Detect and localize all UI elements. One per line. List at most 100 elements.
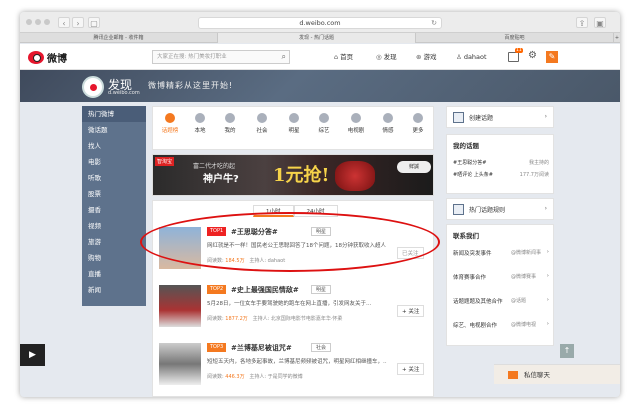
topic-category: 明星 <box>311 285 332 294</box>
contact-title: 联系我们 <box>453 232 479 240</box>
private-chat-bar[interactable]: 私信聊天 <box>494 364 620 384</box>
nav-profile[interactable]: ♙ dahaot <box>456 52 487 63</box>
category-variety[interactable]: 综艺 <box>311 113 337 134</box>
category-label: 明星 <box>288 128 300 134</box>
contact-handle[interactable]: @微博电视 <box>511 321 536 328</box>
nav-games[interactable]: ⊛ 游戏 <box>416 52 436 63</box>
nav-discover-label: 发现 <box>383 53 397 61</box>
topic-host[interactable]: 主持人: 于是同学的微博 <box>249 374 302 380</box>
category-label: 情感 <box>382 128 394 134</box>
home-icon: ⌂ <box>334 53 339 61</box>
sidebar-item-stock[interactable]: 股票 <box>82 186 146 202</box>
share-icon[interactable]: ⇪ <box>576 17 588 28</box>
video-play-icon[interactable]: ▶ <box>20 344 45 366</box>
topic-thumbnail[interactable] <box>159 285 201 327</box>
highlight-ellipse <box>140 212 440 272</box>
nav-home[interactable]: ⌂ 首页 <box>334 52 353 63</box>
forward-button[interactable]: › <box>72 17 84 28</box>
topic-row[interactable]: TOP2 #史上最强国民情敌# 明星 5月28日，一位女车手要驾驶她的跑车在网上… <box>159 283 431 331</box>
category-label: 电视剧 <box>347 128 365 134</box>
ad-line2: 神户牛? <box>203 174 239 185</box>
nav-discover[interactable]: ◎ 发现 <box>376 52 397 63</box>
tab-mail[interactable]: 腾讯企业邮箱 - 收件箱 <box>20 33 218 43</box>
category-emotion[interactable]: 情感 <box>375 113 401 134</box>
my-topic-item[interactable]: #晒评论 上头条# 177.7万阅读 <box>453 171 549 178</box>
reload-icon[interactable]: ↻ <box>431 18 437 29</box>
category-more[interactable]: 更多 <box>405 113 431 134</box>
address-bar[interactable]: d.weibo.com ↻ <box>198 17 442 29</box>
sidebar-item-music[interactable]: 听歌 <box>82 170 146 186</box>
new-tab-button[interactable]: + <box>614 33 620 43</box>
contact-item[interactable]: 新闻及突发事件 @微博新闻事 › <box>453 249 549 257</box>
contact-item[interactable]: 体育赛事合作 @微博赛事 › <box>453 273 549 281</box>
category-mine[interactable]: 我的 <box>217 113 243 134</box>
topic-host[interactable]: 主持人: 北京国际电影节电影嘉年华·怀柔 <box>253 316 343 322</box>
category-local[interactable]: 本地 <box>187 113 213 134</box>
my-topic-role: 我主持的 <box>528 160 549 166</box>
ad-banner[interactable]: 智淘宝 富二代才吃的起 神户牛? 1元抢! 鲜誠 <box>152 154 434 196</box>
reads-count: 1877.2万 <box>225 316 248 322</box>
sidebar-item-shopping[interactable]: 购物 <box>82 250 146 266</box>
topic-title[interactable]: #史上最强国民情敌# <box>231 285 299 295</box>
contact-item[interactable]: 话题题题及其他合作 @话题 › <box>453 297 549 305</box>
compose-button[interactable]: ✎ <box>546 51 558 63</box>
browser-window: ‹ › ▢ d.weibo.com ↻ ⇪ ▣ 腾讯企业邮箱 - 收件箱 发现 -… <box>20 12 620 397</box>
topic-rules-card[interactable]: 热门话题规则 › <box>446 198 554 220</box>
follow-button[interactable]: + 关注 <box>397 363 425 375</box>
topic-title[interactable]: #兰博基尼被诅咒# <box>231 343 292 353</box>
my-topics-title: 我的话题 <box>453 142 479 150</box>
rank-badge: TOP2 <box>207 285 227 294</box>
category-drama[interactable]: 电视剧 <box>343 113 369 134</box>
my-topic-item[interactable]: #王思聪分答# 我主持的 <box>453 159 549 166</box>
tv-icon <box>319 113 329 123</box>
trophy-icon <box>165 113 175 123</box>
contact-item[interactable]: 综艺、电视剧合作 @微博电视 › <box>453 321 549 329</box>
back-to-top-button[interactable]: ↑ <box>560 344 574 358</box>
create-topic-icon <box>453 112 464 123</box>
sidebar-item-travel[interactable]: 旅游 <box>82 234 146 250</box>
category-label: 话题榜 <box>161 128 179 134</box>
reads-label: 阅读数: <box>207 374 224 380</box>
reads-label: 阅读数: <box>207 316 224 322</box>
topic-thumbnail[interactable] <box>159 343 201 385</box>
contact-handle[interactable]: @话题 <box>511 297 526 304</box>
window-controls[interactable] <box>26 19 53 27</box>
contact-handle[interactable]: @微博新闻事 <box>511 249 541 256</box>
rules-icon <box>453 204 464 215</box>
sidebar-item-photo[interactable]: 摄香 <box>82 202 146 218</box>
search-icon[interactable]: ⌕ <box>282 51 286 63</box>
tabs-overview-icon[interactable]: ▣ <box>594 17 606 28</box>
my-topic-name: #晒评论 上头条# <box>453 172 493 178</box>
tab-weibo[interactable]: 发现 - 热门话题 <box>218 33 416 43</box>
sidebar-toggle-icon[interactable]: ▢ <box>88 17 100 28</box>
sidebar-item-people[interactable]: 找人 <box>82 138 146 154</box>
create-topic-card[interactable]: 创建话题 › <box>446 106 554 128</box>
sidebar-item-hot[interactable]: 热门微博 <box>82 106 146 122</box>
sidebar-item-news[interactable]: 新闻 <box>82 282 146 298</box>
create-topic-label: 创建话题 <box>469 115 494 122</box>
topic-row[interactable]: TOP3 #兰博基尼被诅咒# 社会 短短五天内，各地多起事故，兰博基尼频频被诅咒… <box>159 341 431 389</box>
topic-stats: 阅读数: 1877.2万 主持人: 北京国际电影节电影嘉年华·怀柔 <box>207 315 342 322</box>
search-input[interactable]: 大家正在搜: 热门美妆打职业 ⌕ <box>152 50 290 64</box>
sidebar-item-video[interactable]: 视频 <box>82 218 146 234</box>
follow-button[interactable]: + 关注 <box>397 305 425 317</box>
heart-icon <box>383 113 393 123</box>
sidebar-item-movie[interactable]: 电影 <box>82 154 146 170</box>
topic-category: 社会 <box>311 343 332 352</box>
message-icon[interactable]: 11 <box>508 48 523 62</box>
sidebar-item-topics[interactable]: 微话题 <box>82 122 146 138</box>
tab-tieba[interactable]: 百度贴吧 <box>416 33 614 43</box>
category-star[interactable]: 明星 <box>281 113 307 134</box>
brand-name: 微博 <box>47 53 67 65</box>
weibo-logo[interactable]: 微博 <box>28 49 67 65</box>
discover-logo-icon <box>82 76 104 98</box>
sidebar-item-live[interactable]: 直播 <box>82 266 146 282</box>
contact-handle[interactable]: @微博赛事 <box>511 273 536 280</box>
back-button[interactable]: ‹ <box>58 17 70 28</box>
category-society[interactable]: 社会 <box>249 113 275 134</box>
gear-icon[interactable]: ⚙ <box>528 50 537 61</box>
category-trending[interactable]: 话题榜 <box>157 113 183 134</box>
nav-home-label: 首页 <box>340 53 354 61</box>
topic-stats: 阅读数: 446.3万 主持人: 于是同学的微博 <box>207 373 303 380</box>
category-bar: 话题榜 本地 我的 社会 明星 综艺 电视剧 情感 更多 <box>152 106 434 150</box>
